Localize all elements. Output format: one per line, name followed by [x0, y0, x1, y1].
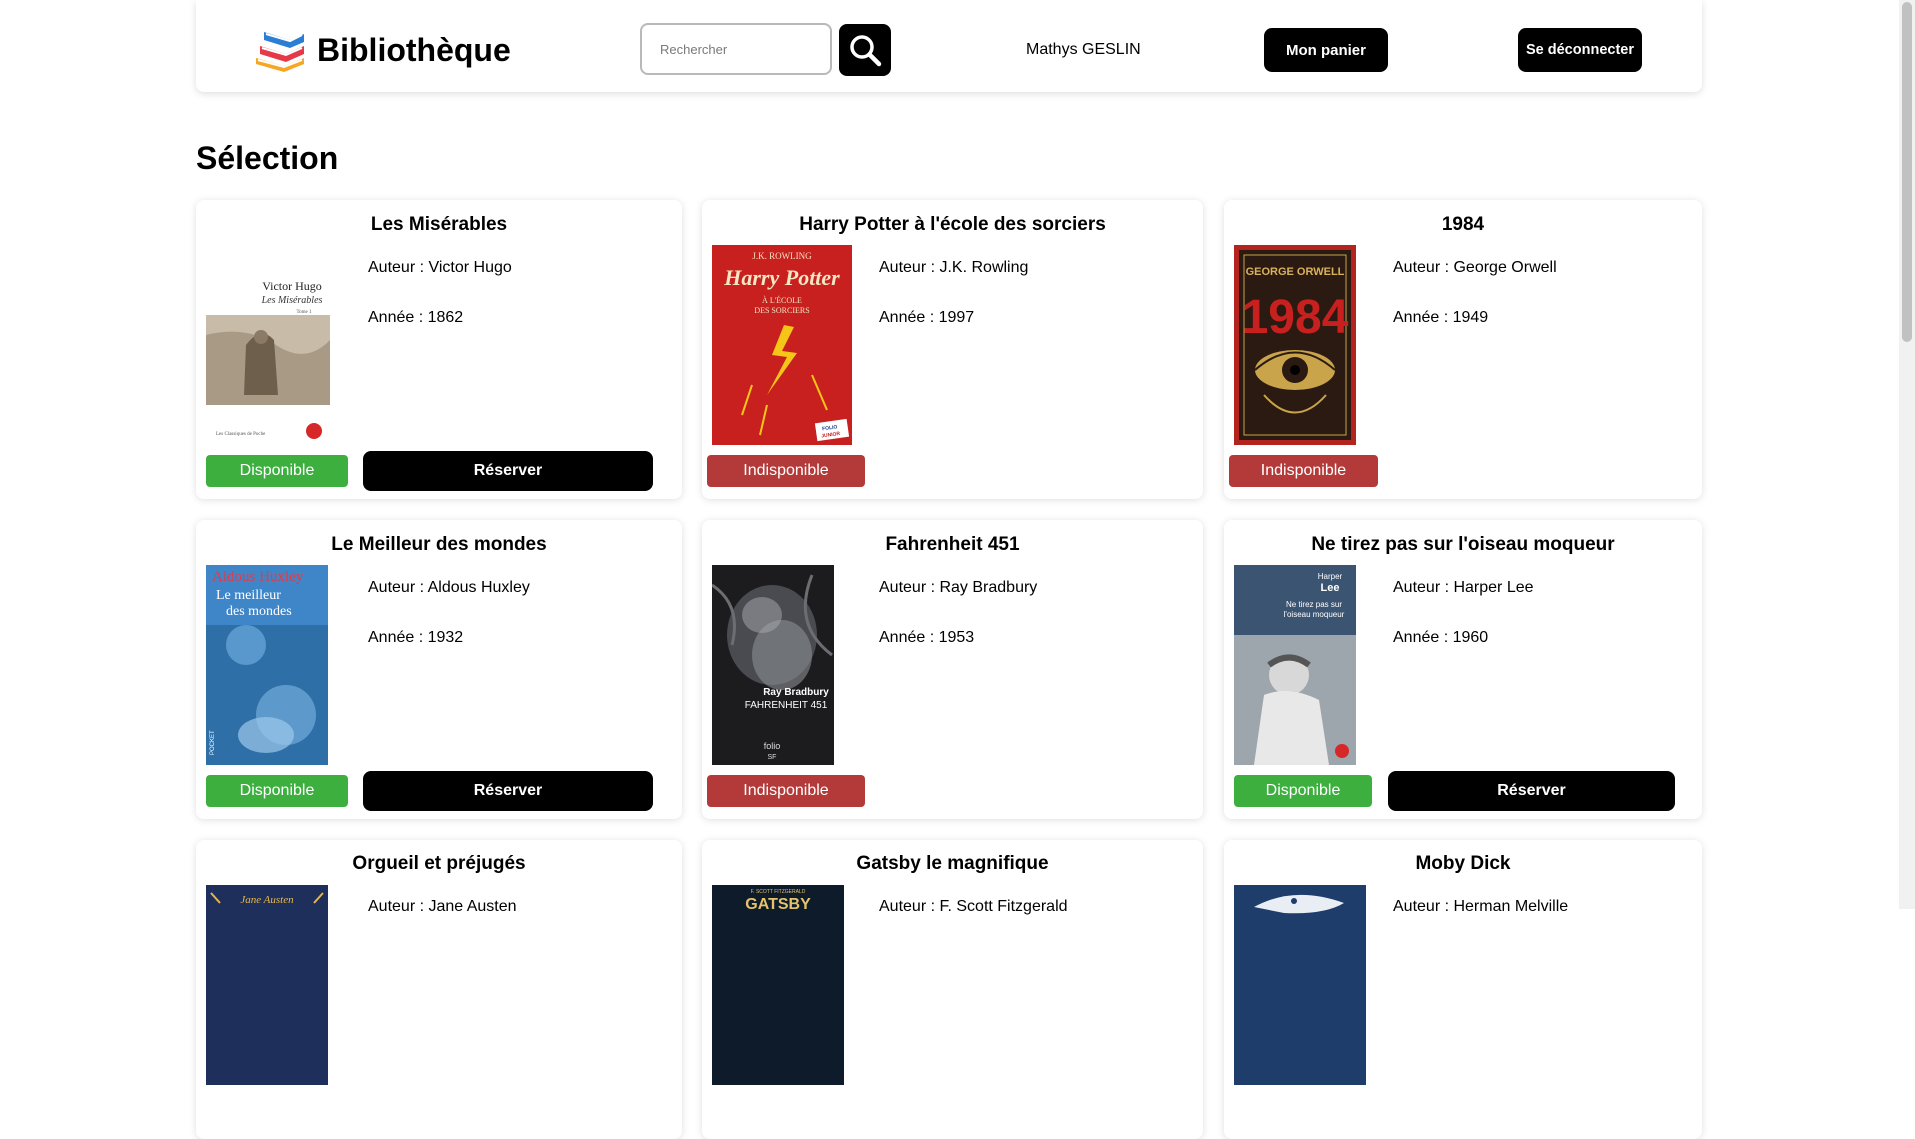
book-card: Fahrenheit 451 Ray Bradbury FAHRENHEIT 4…: [702, 520, 1203, 819]
user-name: Mathys GESLIN: [1026, 41, 1141, 58]
svg-text:Lee: Lee: [1321, 582, 1340, 594]
book-title: Gatsby le magnifique: [856, 853, 1049, 874]
book-card: Les Misérables Victor Hugo Les Misérable…: [196, 200, 682, 499]
book-title: Ne tirez pas sur l'oiseau moqueur: [1311, 534, 1615, 555]
cart-button[interactable]: Mon panier: [1264, 28, 1388, 72]
svg-text:Ne tirez pas sur: Ne tirez pas sur: [1286, 600, 1342, 609]
book-year: Année : 1997: [879, 309, 975, 326]
svg-text:Le meilleur: Le meilleur: [216, 588, 281, 603]
svg-text:des mondes: des mondes: [226, 604, 292, 619]
book-year: Année : 1862: [368, 309, 464, 326]
search-icon: [850, 35, 882, 67]
status-badge: Indisponible: [707, 455, 865, 487]
book-author: Auteur : George Orwell: [1393, 259, 1557, 276]
book-card: Le Meilleur des mondes Aldous Huxley Le …: [196, 520, 682, 819]
books-stack-icon: [254, 24, 306, 74]
status-badge: Indisponible: [707, 775, 865, 807]
book-card: 1984 GEORGE ORWELL 1984 Auteur : George …: [1224, 200, 1702, 499]
svg-text:Victor Hugo: Victor Hugo: [262, 279, 322, 293]
page-scrollbar[interactable]: [1899, 0, 1915, 909]
book-author: Auteur : J.K. Rowling: [879, 259, 1029, 276]
status-badge: Disponible: [206, 775, 348, 807]
book-title: Orgueil et préjugés: [352, 853, 526, 874]
status-badge: Disponible: [206, 455, 348, 487]
status-badge: Indisponible: [1229, 455, 1378, 487]
svg-text:l'oiseau moqueur: l'oiseau moqueur: [1284, 610, 1345, 619]
book-cover: J.K. ROWLING Harry Potter À L'ÉCOLE DES …: [712, 245, 852, 445]
svg-text:Aldous Huxley: Aldous Huxley: [212, 569, 304, 585]
svg-text:folio: folio: [764, 741, 781, 751]
reserve-button[interactable]: Réserver: [363, 771, 653, 811]
search-button[interactable]: [839, 24, 891, 76]
book-title: 1984: [1441, 214, 1485, 235]
book-card: Harry Potter à l'école des sorciers J.K.…: [702, 200, 1203, 499]
book-title: Les Misérables: [370, 214, 508, 235]
book-author: Auteur : Aldous Huxley: [368, 579, 530, 596]
book-year: Année : 1932: [368, 629, 464, 646]
svg-text:Tome 1: Tome 1: [296, 310, 312, 315]
book-author: Auteur : Ray Bradbury: [879, 579, 1038, 596]
book-author: Auteur : Herman Melville: [1393, 898, 1569, 915]
svg-text:Harry Potter: Harry Potter: [723, 265, 840, 290]
book-title: Harry Potter à l'école des sorciers: [799, 214, 1106, 235]
book-card: Orgueil et préjugés Jane Austen Auteur :…: [196, 840, 682, 1139]
status-badge: Disponible: [1234, 775, 1372, 807]
svg-text:GEORGE ORWELL: GEORGE ORWELL: [1246, 266, 1345, 278]
svg-text:SF: SF: [768, 754, 777, 761]
reserve-button[interactable]: Réserver: [1388, 771, 1675, 811]
svg-text:DES SORCIERS: DES SORCIERS: [754, 306, 809, 315]
book-author: Auteur : Jane Austen: [368, 898, 517, 915]
book-cover: Jane Austen: [206, 885, 328, 1085]
book-cover: GEORGE ORWELL 1984: [1234, 245, 1356, 445]
section-title: Sélection: [196, 140, 339, 176]
svg-text:1984: 1984: [1242, 291, 1349, 344]
top-header: Bibliothèque Mathys GESLIN Mon panier Se…: [196, 0, 1702, 92]
book-card: Gatsby le magnifique F. SCOTT FITZGERALD…: [702, 840, 1203, 1139]
svg-text:Ray Bradbury: Ray Bradbury: [763, 687, 829, 698]
scrollbar-thumb[interactable]: [1902, 2, 1912, 342]
book-author: Auteur : Harper Lee: [1393, 579, 1534, 596]
svg-text:GATSBY: GATSBY: [745, 896, 811, 913]
book-cover: F. SCOTT FITZGERALD GATSBY: [712, 885, 844, 1085]
reserve-button[interactable]: Réserver: [363, 451, 653, 491]
book-cover: Victor Hugo Les Misérables Tome 1 Les Cl…: [206, 245, 330, 445]
svg-text:Les Classiques de Poche: Les Classiques de Poche: [216, 432, 266, 437]
book-cover: Aldous Huxley Le meilleur des mondes POC…: [206, 565, 328, 765]
book-year: Année : 1953: [879, 629, 975, 646]
svg-text:À L'ÉCOLE: À L'ÉCOLE: [762, 295, 802, 305]
book-card: Moby Dick Auteur : Herman Melville: [1224, 840, 1702, 1139]
book-cover: Harper Lee Ne tirez pas sur l'oiseau moq…: [1234, 565, 1356, 765]
book-year: Année : 1949: [1393, 309, 1489, 326]
brand-title: Bibliothèque: [317, 32, 511, 68]
book-author: Auteur : F. Scott Fitzgerald: [879, 898, 1068, 915]
book-card: Ne tirez pas sur l'oiseau moqueur Harper…: [1224, 520, 1702, 819]
svg-text:FAHRENHEIT 451: FAHRENHEIT 451: [745, 700, 828, 711]
book-author: Auteur : Victor Hugo: [368, 259, 512, 276]
book-title: Fahrenheit 451: [885, 534, 1020, 555]
svg-text:Les Misérables: Les Misérables: [261, 295, 323, 306]
svg-text:POCKET: POCKET: [210, 730, 216, 755]
svg-text:Harper: Harper: [1318, 572, 1343, 581]
svg-text:J.K. ROWLING: J.K. ROWLING: [752, 251, 812, 261]
logout-button[interactable]: Se déconnecter: [1518, 28, 1642, 72]
search-input[interactable]: [640, 23, 832, 75]
svg-text:Jane Austen: Jane Austen: [240, 894, 294, 906]
svg-text:F. SCOTT FITZGERALD: F. SCOTT FITZGERALD: [751, 889, 806, 895]
book-year: Année : 1960: [1393, 629, 1489, 646]
book-cover: Ray Bradbury FAHRENHEIT 451 folio SF: [712, 565, 834, 765]
book-title: Le Meilleur des mondes: [331, 534, 547, 555]
book-title: Moby Dick: [1415, 853, 1511, 874]
book-cover: [1234, 885, 1366, 1085]
